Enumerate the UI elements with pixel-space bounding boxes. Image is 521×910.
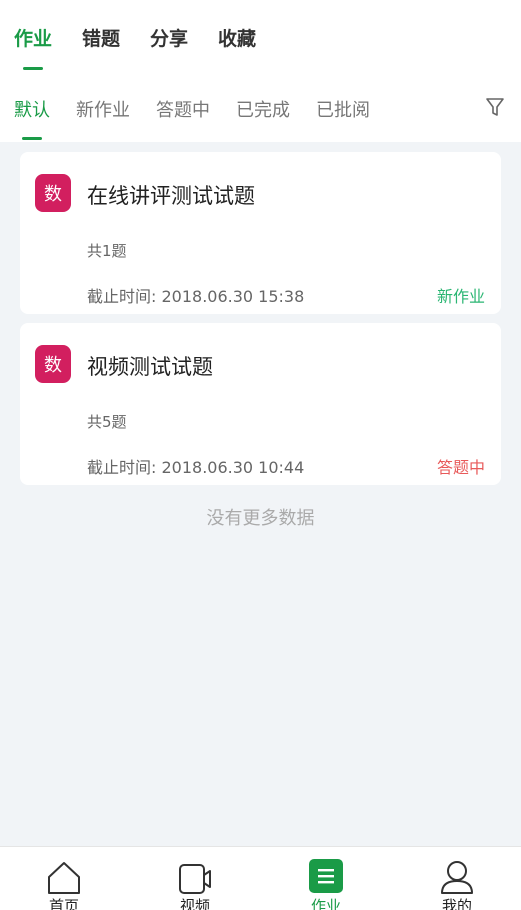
subject-badge: 数 — [35, 345, 71, 383]
user-icon — [441, 861, 473, 894]
filter-funnel-icon[interactable] — [485, 96, 505, 118]
tab-wrong-questions[interactable]: 错题 — [82, 24, 120, 51]
status-label: 答题中 — [436, 458, 485, 477]
status-label: 新作业 — [436, 287, 485, 306]
assignment-title: 在线讲评测试试题 — [87, 184, 255, 208]
filter-tab-bar: 默认 新作业 答题中 已完成 已批阅 — [0, 78, 521, 142]
filter-tab-default[interactable]: 默认 — [14, 96, 50, 140]
assignment-card[interactable]: 数 视频测试试题 共5题 截止时间: 2018.06.30 10:44 答题中 — [20, 323, 501, 485]
filter-tab-completed[interactable]: 已完成 — [236, 96, 290, 122]
homework-icon — [309, 859, 343, 893]
subject-badge: 数 — [35, 174, 71, 212]
assignment-title: 视频测试试题 — [87, 355, 213, 379]
nav-label: 我的 — [441, 897, 472, 910]
tab-homework[interactable]: 作业 — [14, 24, 52, 70]
nav-label: 作业 — [310, 897, 341, 910]
tab-favorites[interactable]: 收藏 — [218, 24, 256, 51]
bottom-nav-bar: 首页 视频 作业 我的 — [0, 846, 521, 910]
deadline-text: 截止时间: 2018.06.30 15:38 — [87, 287, 305, 306]
assignment-card[interactable]: 数 在线讲评测试试题 共1题 截止时间: 2018.06.30 15:38 新作… — [20, 152, 501, 314]
nav-label: 视频 — [179, 897, 210, 910]
nav-homework[interactable]: 作业 — [281, 847, 371, 910]
filter-tab-graded[interactable]: 已批阅 — [316, 96, 370, 122]
nav-video[interactable]: 视频 — [150, 847, 240, 910]
assignment-list: 数 在线讲评测试试题 共1题 截止时间: 2018.06.30 15:38 新作… — [20, 152, 501, 494]
no-more-data-text: 没有更多数据 — [206, 508, 315, 529]
nav-label: 首页 — [48, 897, 79, 910]
deadline-text: 截止时间: 2018.06.30 10:44 — [87, 458, 305, 477]
question-count: 共5题 — [87, 413, 127, 431]
top-tab-bar: 作业 错题 分享 收藏 — [0, 0, 521, 78]
nav-profile[interactable]: 我的 — [412, 847, 502, 910]
app-root: 作业 错题 分享 收藏 默认 新作业 答题中 已完成 已批阅 数 在线讲评测试试… — [0, 0, 521, 910]
tab-share[interactable]: 分享 — [150, 24, 188, 51]
filter-tab-new[interactable]: 新作业 — [76, 96, 130, 122]
question-count: 共1题 — [87, 242, 127, 260]
filter-tab-in-progress[interactable]: 答题中 — [156, 96, 210, 122]
nav-home[interactable]: 首页 — [19, 847, 109, 910]
video-icon — [179, 864, 211, 894]
home-icon — [48, 862, 80, 894]
